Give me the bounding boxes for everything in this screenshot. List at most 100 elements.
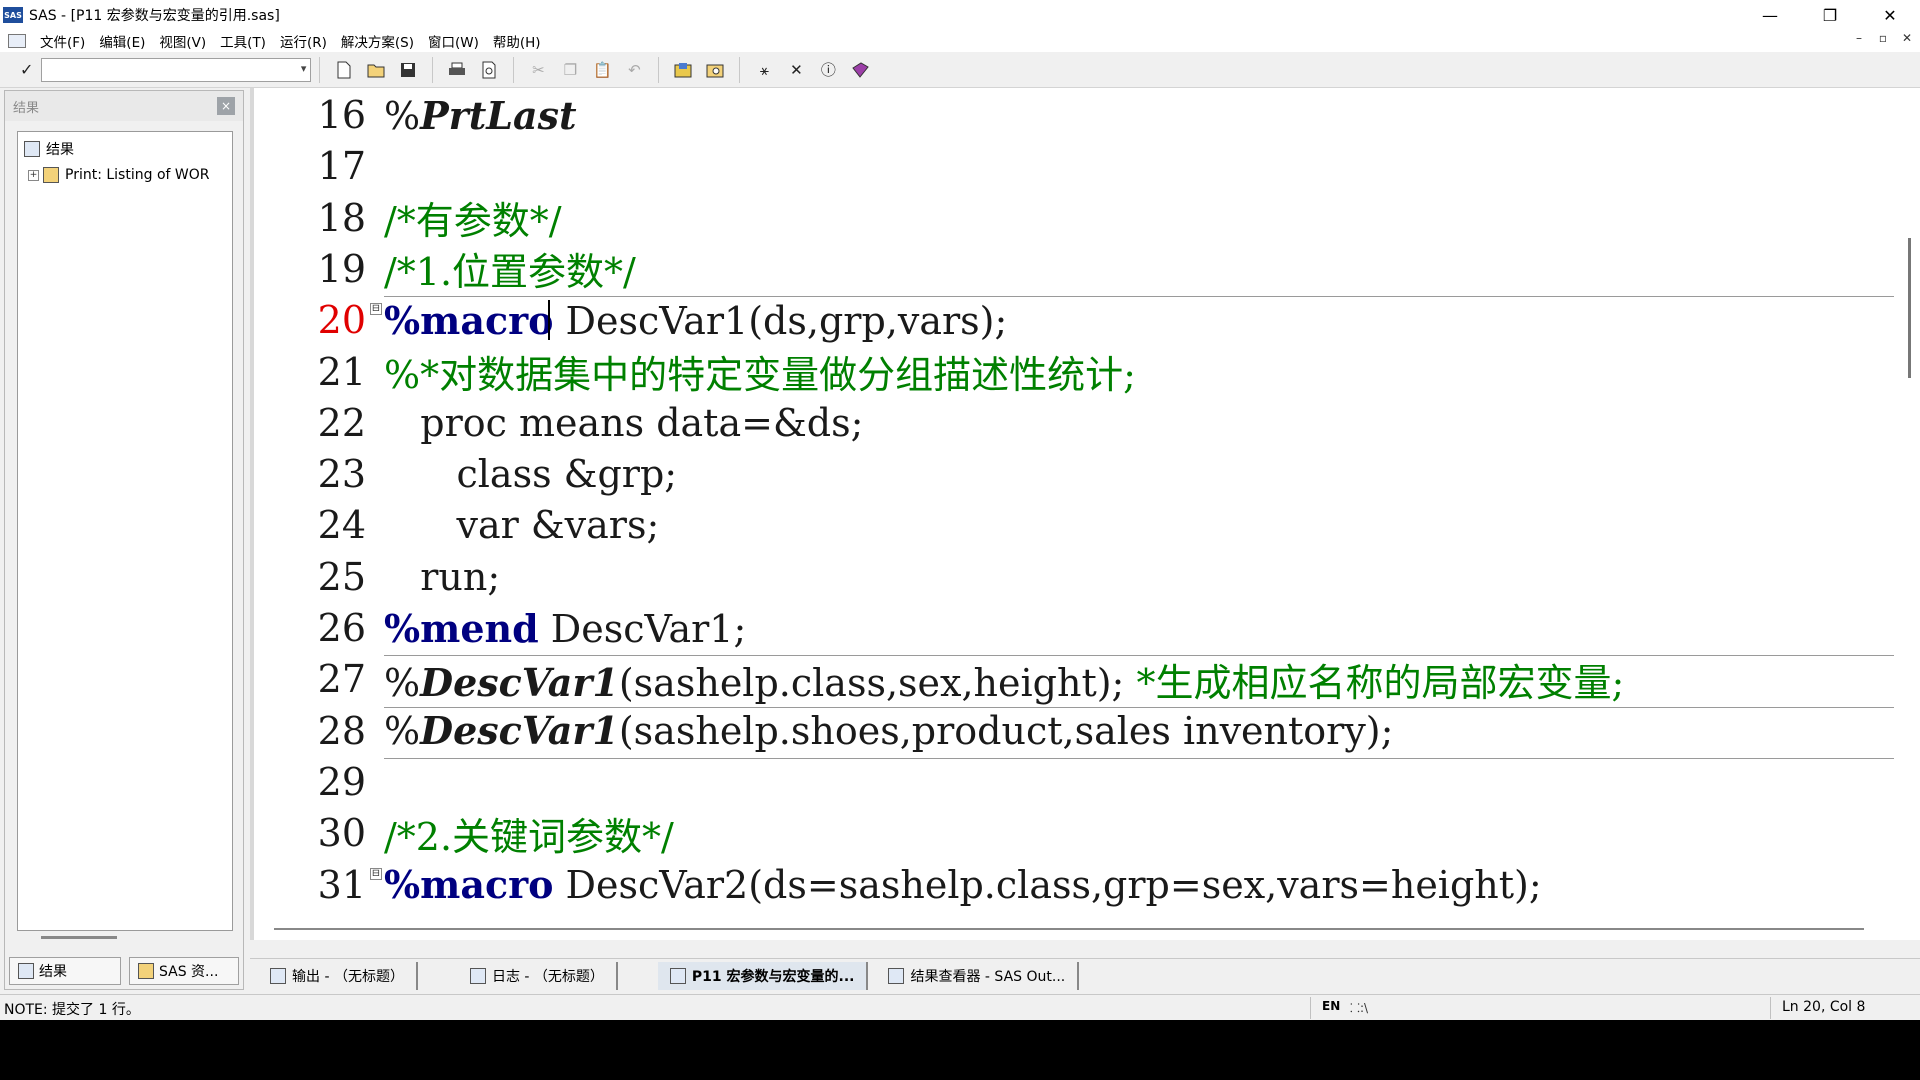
code-line[interactable]: 22 proc means data=&ds; (254, 398, 1904, 448)
submit-run-icon[interactable]: ⚹ (752, 58, 776, 82)
fold-toggle-icon[interactable]: ⊟ (370, 303, 382, 316)
tab-label: 输出 - （无标题） (292, 968, 404, 985)
code-text: %macro DescVar2(ds=sashelp.class,grp=sex… (372, 862, 1542, 907)
explorer-icon[interactable] (703, 58, 727, 82)
code-token: var &vars; (384, 503, 660, 548)
tab-label: 结果 (39, 964, 67, 980)
toolbar-divider (432, 56, 434, 83)
toolbar-divider (319, 56, 321, 83)
code-text: run; (372, 555, 500, 599)
menu-tools[interactable]: 工具(T) (220, 31, 266, 51)
program-editor[interactable]: 16 %PrtLast 17 18/*有参数*/19/*1.位置参数*/20 %macr… (250, 88, 1920, 940)
code-line[interactable]: 19 /*1.位置参数*/ (254, 241, 1904, 296)
mdi-close-button[interactable]: ✕ (1896, 31, 1918, 45)
cut-icon[interactable]: ✂ (526, 58, 550, 82)
sas-app-icon[interactable]: SAS (3, 7, 23, 23)
copy-icon[interactable]: ❐ (558, 58, 582, 82)
code-line[interactable]: 17 (254, 141, 1904, 191)
mdi-restore-button[interactable]: ▫ (1872, 31, 1894, 45)
tab-results-viewer[interactable]: 结果查看器 - SAS Out... (876, 961, 1080, 990)
open-folder-icon[interactable] (364, 58, 388, 82)
code-text: %DescVar1(sashelp.shoes,product,sales in… (372, 708, 1393, 753)
ime-indicator[interactable]: EN (1322, 999, 1340, 1013)
library-icon[interactable] (671, 58, 695, 82)
status-divider (1310, 997, 1311, 1019)
expand-icon[interactable]: + (28, 169, 39, 181)
break-icon[interactable]: ⓘ (816, 58, 840, 82)
editor-horizontal-scrollbar[interactable] (274, 928, 1864, 930)
code-line[interactable]: 21 %*对数据集中的特定变量做分组描述性统计; (254, 344, 1904, 399)
fold-toggle-icon[interactable]: ⊟ (370, 867, 382, 880)
tab-label: 日志 - （无标题） (491, 968, 604, 985)
menu-file[interactable]: 文件(F) (40, 31, 85, 51)
line-number: 20 (317, 298, 366, 343)
line-number: 29 (317, 759, 366, 804)
code-token: % (384, 660, 421, 705)
print-output-icon (43, 167, 59, 183)
tab-log[interactable]: 日志 - （无标题） (458, 961, 618, 990)
tab-results[interactable]: 结果 (9, 957, 121, 985)
code-line[interactable]: 28 %DescVar1(sashelp.shoes,product,sales … (254, 706, 1904, 756)
code-line[interactable]: 16 %PrtLast (254, 90, 1904, 140)
tree-node-results[interactable]: 结果 (24, 136, 226, 162)
tree-node-print-listing[interactable]: + Print: Listing of WOR (24, 162, 226, 188)
menu-window[interactable]: 窗口(W) (428, 31, 479, 51)
results-scrollbar[interactable] (41, 936, 117, 939)
window-tab-strip: 输出 - （无标题） 日志 - （无标题） P11 宏参数与宏变量的... 结果… (250, 958, 1920, 992)
cursor-position: Ln 20, Col 8 (1782, 999, 1866, 1015)
close-icon[interactable]: × (217, 97, 235, 115)
tab-output[interactable]: 输出 - （无标题） (258, 961, 418, 990)
menu-solutions[interactable]: 解决方案(S) (341, 31, 414, 51)
paste-icon[interactable]: 📋 (590, 58, 614, 82)
tab-program-editor[interactable]: P11 宏参数与宏变量的... (657, 961, 869, 990)
results-tab-strip: 结果 SAS 资... (9, 957, 241, 985)
line-number: 30 (317, 811, 366, 856)
code-keyword: %macro (384, 862, 554, 907)
menu-bar: 文件(F) 编辑(E) 视图(V) 工具(T) 运行(R) 解决方案(S) 窗口… (0, 30, 1920, 52)
tree-node-label: Print: Listing of WOR (65, 167, 210, 183)
menu-run[interactable]: 运行(R) (280, 31, 327, 51)
code-text: %DescVar1(sashelp.class,sex,height); *生成… (372, 652, 1624, 707)
editor-vertical-scrollbar[interactable] (1908, 238, 1911, 378)
line-number: 21 (317, 349, 366, 394)
code-text: %*对数据集中的特定变量做分组描述性统计; (372, 344, 1136, 399)
help-book-icon[interactable] (848, 58, 872, 82)
code-line[interactable]: 24 var &vars; (254, 500, 1904, 550)
print-icon[interactable] (445, 58, 469, 82)
code-line[interactable]: 23 class &grp; (254, 449, 1904, 499)
restore-button[interactable]: ❐ (1800, 0, 1860, 30)
menu-view[interactable]: 视图(V) (159, 31, 206, 51)
check-icon[interactable]: ✓ (20, 60, 33, 79)
status-message: NOTE: 提交了 1 行。 (4, 1002, 140, 1018)
code-line[interactable]: 27 %DescVar1(sashelp.class,sex,height); *… (254, 652, 1904, 707)
minimize-button[interactable]: — (1740, 0, 1800, 30)
code-token: proc means data=&ds; (384, 400, 864, 445)
code-line[interactable]: 30 /*2.关键词参数*/ (254, 808, 1904, 859)
mdi-minimize-button[interactable]: – (1848, 31, 1870, 45)
status-bar: NOTE: 提交了 1 行。 EN ⸬:\ Ln 20, Col 8 (0, 994, 1920, 1020)
ime-mode-icon[interactable]: ⸬:\ (1350, 999, 1368, 1016)
undo-icon[interactable]: ↶ (622, 58, 646, 82)
code-line[interactable]: 25 run; (254, 552, 1904, 602)
close-button[interactable]: ✕ (1860, 0, 1920, 30)
code-token: (sashelp.shoes,product,sales inventory); (618, 709, 1394, 754)
code-line[interactable]: 29 (254, 757, 1904, 807)
code-line[interactable]: 26 %mend DescVar1; (254, 603, 1904, 653)
results-tab-icon (18, 963, 34, 979)
new-file-icon[interactable] (332, 58, 356, 82)
print-preview-icon[interactable] (477, 58, 501, 82)
document-icon[interactable] (8, 34, 26, 48)
save-icon[interactable] (396, 58, 420, 82)
command-box[interactable]: ▾ (41, 57, 312, 82)
tree-node-label: 结果 (46, 142, 74, 158)
menu-help[interactable]: 帮助(H) (493, 31, 541, 51)
clear-icon[interactable]: ✕ (784, 58, 808, 82)
tab-sas-explorer[interactable]: SAS 资... (129, 957, 239, 985)
code-line[interactable]: 18 /*有参数*/ (254, 193, 1904, 244)
code-line[interactable]: 31 %macro DescVar2(ds=sashelp.class,grp=s… (254, 860, 1904, 910)
menu-edit[interactable]: 编辑(E) (99, 31, 145, 51)
code-text: /*1.位置参数*/ (372, 241, 636, 296)
results-header: 结果 × (5, 91, 243, 121)
code-line[interactable]: 20 %macro DescVar1(ds,grp,vars); ⊟ (254, 295, 1904, 345)
chevron-down-icon[interactable]: ▾ (301, 62, 307, 75)
